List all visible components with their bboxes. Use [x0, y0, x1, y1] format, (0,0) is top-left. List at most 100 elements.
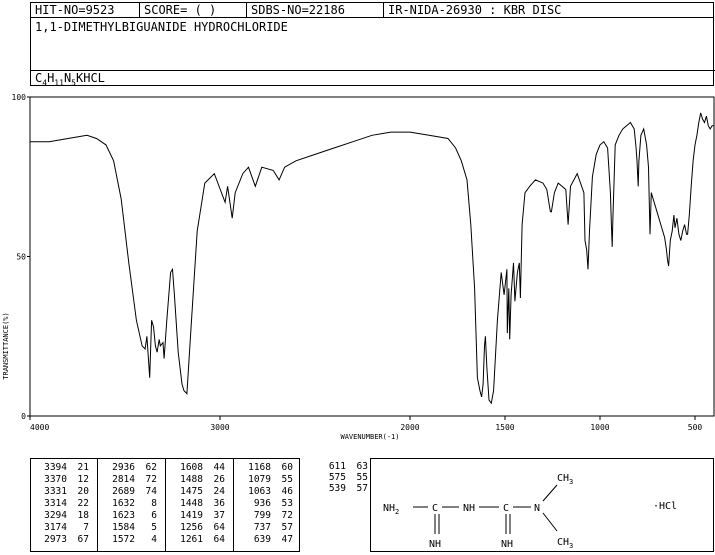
peak-wavenumber: 3294 [44, 510, 67, 521]
carbon-2: C [503, 503, 509, 514]
peak-row: 3394 21 [37, 462, 89, 474]
y-tick-label: 0 [21, 412, 26, 421]
peak-row: 1623 6 [105, 510, 157, 522]
peak-wavenumber: 1448 [180, 498, 203, 509]
peak-transmittance: 55 [356, 472, 368, 483]
column-divider [97, 459, 98, 551]
peak-transmittance: 63 [356, 461, 368, 472]
peak-row: 639 47 [241, 534, 293, 546]
x-tick-label: 500 [688, 423, 703, 432]
peak-wavenumber: 539 [328, 483, 346, 494]
peak-wavenumber: 1063 [248, 486, 271, 497]
peak-wavenumber: 1632 [112, 498, 135, 509]
imine-1: NH [429, 539, 441, 550]
peak-transmittance: 8 [151, 498, 157, 509]
peak-row: 2689 74 [105, 486, 157, 498]
peak-wavenumber: 1475 [180, 486, 203, 497]
peak-wavenumber: 1168 [248, 462, 271, 473]
peak-row: 799 72 [241, 510, 293, 522]
x-tick-label: 1500 [495, 423, 514, 432]
peak-wavenumber: 1256 [180, 522, 203, 533]
peak-transmittance: 44 [213, 462, 225, 473]
structure-diagram: NH2 C NH NH C NH N CH3 CH3 ·HCl [383, 473, 677, 550]
x-axis-label: WAVENUMBER(-1) [340, 433, 399, 441]
y-axis-label: TRANSMITTANCE(%) [2, 312, 10, 379]
peak-row: 539 57 [316, 483, 368, 494]
peak-column-3: 1608 44 1488 26 1475 24 1448 36 1419 37 1256 64 1261… [173, 462, 225, 546]
peak-wavenumber: 2973 [44, 534, 67, 545]
peak-wavenumber: 1261 [180, 534, 203, 545]
peak-row: 3174 7 [37, 522, 89, 534]
peak-row: 3314 22 [37, 498, 89, 510]
peak-wavenumber: 3314 [44, 498, 67, 509]
x-tick-label: 1000 [590, 423, 609, 432]
peak-table: 3394 21 3370 12 3331 20 3314 22 3294 18 3174 7 2973 6… [30, 458, 300, 552]
peak-wavenumber: 1419 [180, 510, 203, 521]
compound-name: 1,1-DIMETHYLBIGUANIDE HYDROCHLORIDE [35, 20, 288, 34]
peak-transmittance: 72 [281, 510, 293, 521]
peak-wavenumber: 936 [253, 498, 271, 509]
peak-wavenumber: 2814 [112, 474, 135, 485]
peak-wavenumber: 799 [253, 510, 271, 521]
nh-bridge: NH [463, 503, 475, 514]
peak-row: 611 63 [316, 461, 368, 472]
peak-transmittance: 26 [213, 474, 225, 485]
peak-transmittance: 55 [281, 474, 293, 485]
hit-number: HIT-NO=9523 [31, 3, 140, 17]
peak-row: 3294 18 [37, 510, 89, 522]
peak-transmittance: 46 [281, 486, 293, 497]
header-bar: HIT-NO=9523 SCORE= ( ) SDBS-NO=22186 IR-… [30, 2, 714, 18]
column-divider [165, 459, 166, 551]
x-tick-label: 4000 [30, 423, 49, 432]
peak-transmittance: 7 [83, 522, 89, 533]
peak-transmittance: 4 [151, 534, 157, 545]
peak-row: 1063 46 [241, 486, 293, 498]
peak-row: 2973 67 [37, 534, 89, 546]
peak-transmittance: 60 [281, 462, 293, 473]
y-tick-label: 50 [16, 253, 26, 262]
peak-wavenumber: 3174 [44, 522, 67, 533]
peak-wavenumber: 3331 [44, 486, 67, 497]
methyl-top: CH3 [557, 473, 573, 486]
peak-row: 1572 4 [105, 534, 157, 546]
peak-transmittance: 6 [151, 510, 157, 521]
peak-wavenumber: 1572 [112, 534, 135, 545]
peak-transmittance: 22 [77, 498, 89, 509]
peak-row: 2936 62 [105, 462, 157, 474]
peak-row: 1419 37 [173, 510, 225, 522]
methyl-bottom: CH3 [557, 537, 573, 550]
peak-transmittance: 12 [77, 474, 89, 485]
peak-wavenumber: 1488 [180, 474, 203, 485]
peak-wavenumber: 1584 [112, 522, 135, 533]
score: SCORE= ( ) [140, 3, 247, 17]
ir-code: IR-NIDA-26930 : KBR DISC [388, 3, 562, 17]
peak-transmittance: 21 [77, 462, 89, 473]
carbon-1: C [432, 503, 438, 514]
peak-wavenumber: 1079 [248, 474, 271, 485]
peak-wavenumber: 1608 [180, 462, 203, 473]
peak-transmittance: 64 [213, 522, 225, 533]
peak-transmittance: 72 [145, 474, 157, 485]
peak-row: 575 55 [316, 472, 368, 483]
compound-box: 1,1-DIMETHYLBIGUANIDE HYDROCHLORIDE C4H1… [30, 17, 715, 87]
peak-transmittance: 18 [77, 510, 89, 521]
peak-transmittance: 67 [77, 534, 89, 545]
peak-transmittance: 74 [145, 486, 157, 497]
peak-wavenumber: 3370 [44, 474, 67, 485]
structure-box: NH2 C NH NH C NH N CH3 CH3 ·HCl [370, 458, 714, 552]
peak-transmittance: 62 [145, 462, 157, 473]
peak-transmittance: 24 [213, 486, 225, 497]
peak-row: 2814 72 [105, 474, 157, 486]
peak-column-1: 3394 21 3370 12 3331 20 3314 22 3294 18 3174 7 2973 6… [37, 462, 89, 546]
y-tick-label: 100 [12, 93, 27, 102]
peak-row: 1448 36 [173, 498, 225, 510]
peak-row: 1261 64 [173, 534, 225, 546]
peak-row: 1256 64 [173, 522, 225, 534]
peak-row: 936 53 [241, 498, 293, 510]
imine-2: NH [501, 539, 513, 550]
peak-row: 1632 8 [105, 498, 157, 510]
peak-wavenumber: 737 [253, 522, 271, 533]
hydrochloride-salt: ·HCl [653, 501, 677, 512]
chart-axes [29, 96, 715, 417]
peak-column-5: 611 63 575 55 539 57 [316, 461, 368, 494]
